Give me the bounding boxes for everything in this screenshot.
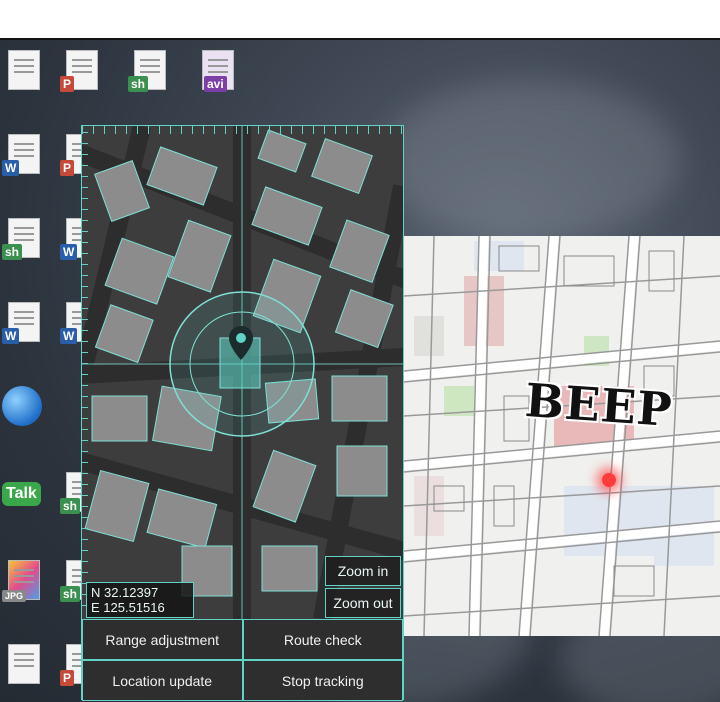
stop-tracking-button[interactable]: Stop tracking: [242, 660, 403, 701]
dark-street-map[interactable]: [82, 126, 403, 619]
range-adjustment-button[interactable]: Range adjustment: [82, 619, 243, 660]
latitude-text: N 32.12397: [91, 585, 159, 600]
word-file-icon[interactable]: W: [2, 298, 46, 346]
location-update-button[interactable]: Location update: [82, 660, 243, 701]
sh-file-icon[interactable]: sh: [128, 46, 172, 94]
zoom-out-button[interactable]: Zoom out: [325, 588, 401, 618]
route-check-button[interactable]: Route check: [242, 619, 403, 660]
talk-icon[interactable]: Talk: [0, 468, 44, 516]
ppt-file-icon[interactable]: P: [60, 46, 104, 94]
beep-sound-effect: BEEP: [523, 372, 675, 438]
jpg-file-icon[interactable]: JPG: [2, 556, 46, 604]
coordinates-readout: N 32.12397 E 125.51516: [86, 582, 194, 618]
word-file-icon[interactable]: W: [2, 130, 46, 178]
cloud: [380, 80, 680, 240]
avi-file-icon[interactable]: avi: [196, 46, 240, 94]
longitude-text: E 125.51516: [91, 600, 165, 615]
sh-file-icon[interactable]: sh: [2, 214, 46, 262]
action-buttons: Range adjustment Route check Location up…: [82, 619, 403, 701]
zoom-in-button[interactable]: Zoom in: [325, 556, 401, 586]
street-map-graphic: [404, 236, 720, 636]
globe-icon[interactable]: [0, 382, 44, 430]
location-pin-icon: [229, 326, 253, 360]
top-ruler: [82, 126, 403, 134]
doc-file-icon[interactable]: [2, 640, 46, 688]
location-ping-dot: [602, 473, 616, 487]
doc-file-icon[interactable]: [2, 46, 46, 94]
tracking-app-window: N 32.12397 E 125.51516 Zoom in Zoom out …: [81, 125, 404, 701]
street-map-light: [404, 236, 720, 636]
left-ruler: [82, 126, 88, 606]
